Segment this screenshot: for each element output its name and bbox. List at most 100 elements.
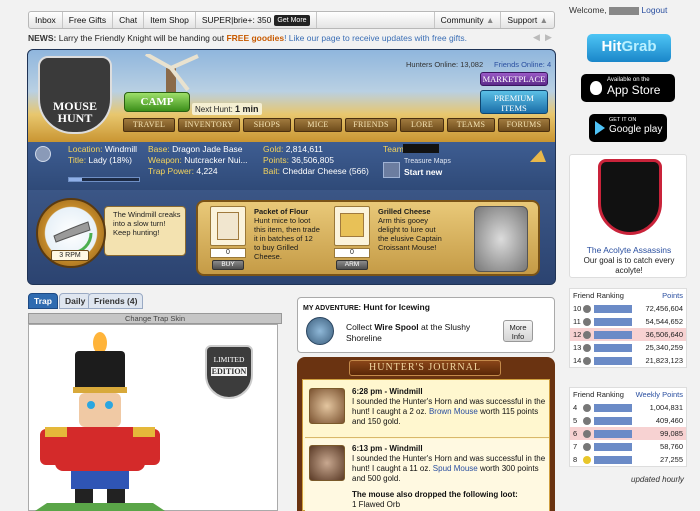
nav-inventory[interactable]: INVENTORY [178, 118, 240, 132]
super-brie-text: SUPER|brie+: 350 [201, 15, 272, 25]
hud-lower: The Windmill creaks into a slow turn! Ke… [28, 190, 555, 284]
rank-value: 54,544,652 [645, 317, 683, 326]
rank-value: 21,823,123 [645, 356, 683, 365]
nav-community[interactable]: Community ▲ [433, 12, 502, 28]
nav-item-shop[interactable]: Item Shop [144, 12, 196, 28]
app-store-badge[interactable]: Available on the App Store [581, 74, 675, 102]
get-more-button[interactable]: Get More [274, 14, 310, 26]
wire-spool-icon [306, 317, 334, 345]
team-name-link[interactable]: The Acolyte Assassins [570, 245, 688, 255]
nav-forums[interactable]: FORUMS [498, 118, 550, 132]
avatar-icon [583, 429, 591, 438]
rank-name-redacted [594, 416, 632, 425]
shield-icon[interactable] [35, 146, 51, 162]
hunters-journal: HUNTER'S JOURNAL 6:28 pm - Windmill I so… [297, 357, 555, 511]
cheese-icon[interactable] [530, 150, 546, 162]
spud-mouse-image[interactable] [309, 445, 345, 481]
flour-icon [217, 212, 239, 240]
weapon-label: Weapon: [148, 155, 182, 165]
avatar-icon [583, 455, 591, 464]
hitgrab-logo[interactable]: HitGrab [587, 34, 671, 62]
ranking-metric[interactable]: Weekly Points [636, 390, 683, 399]
nav-shops[interactable]: SHOPS [243, 118, 291, 132]
brown-mouse-image[interactable] [309, 388, 345, 424]
nav-chat[interactable]: Chat [113, 12, 145, 28]
windmill-icon [145, 54, 199, 94]
ranking-row[interactable]: 11 54,544,652 [570, 315, 686, 328]
journal-title: HUNTER'S JOURNAL [349, 360, 501, 376]
start-new-link[interactable]: Start new [404, 167, 442, 177]
flour-text: Hunt mice to loot this item, then trade … [254, 216, 320, 261]
flour-slot[interactable] [210, 206, 246, 246]
change-trap-skin[interactable]: Change Trap Skin [28, 313, 282, 324]
ranking-row[interactable]: 5 409,460 [570, 414, 686, 427]
buy-button[interactable]: BUY [212, 260, 244, 270]
ranking-row[interactable]: 7 58,760 [570, 440, 686, 453]
ranking-metric[interactable]: Points [662, 291, 683, 300]
support-label: Support [507, 15, 538, 25]
tab-daily[interactable]: Daily [59, 293, 92, 309]
trap-tabs: Trap Daily Friends (4) [28, 293, 282, 311]
mousehunt-logo[interactable]: MOUSE HUNT [38, 56, 112, 134]
base-label: Base: [148, 144, 170, 154]
treasure-map-icon[interactable] [383, 162, 400, 178]
adventure-text-prefix: Collect [346, 322, 375, 332]
ranking-row[interactable]: 8 27,255 [570, 453, 686, 466]
ranking-row[interactable]: 4 1,004,831 [570, 401, 686, 414]
news-highlight[interactable]: FREE goodies [226, 33, 284, 43]
tab-friends[interactable]: Friends (4) [88, 293, 144, 309]
rank-number: 13 [573, 343, 582, 352]
rank-number: 11 [573, 317, 581, 326]
news-next-icon[interactable]: ▶ [545, 32, 552, 43]
adventure-item: Wire Spool [374, 322, 419, 332]
cheese-name[interactable]: Grilled Cheese [378, 207, 431, 216]
nav-support[interactable]: Support ▲ [501, 12, 554, 28]
ranking-row[interactable]: 10 72,456,604 [570, 302, 686, 315]
adventure-name: Hunt for Icewing [363, 302, 430, 312]
cheese-desc: Grilled Cheese Arm this gooey delight to… [378, 207, 444, 252]
trap-column: Trap Daily Friends (4) Change Trap Skin … [28, 293, 282, 511]
premium-items-button[interactable]: PREMIUM ITEMS [480, 90, 548, 114]
welcome-line: Welcome, Logout [569, 5, 667, 15]
nav-teams[interactable]: TEAMS [447, 118, 495, 132]
google-play-badge[interactable]: GET IT ON Google play [589, 114, 667, 142]
ranking-row-self[interactable]: 12 36,506,640 [570, 328, 686, 341]
news-prev-icon[interactable]: ◀ [533, 32, 540, 43]
nav-inbox[interactable]: Inbox [29, 12, 63, 28]
ranking-row[interactable]: 14 21,823,123 [570, 354, 686, 367]
news-text-suffix[interactable]: ! Like our page to receive updates with … [284, 33, 467, 43]
nav-friends[interactable]: FRIENDS [345, 118, 397, 132]
weapon-stat: Weapon: Nutcracker Nui... [148, 155, 248, 165]
logout-link[interactable]: Logout [641, 5, 667, 15]
more-info-button[interactable]: More Info [503, 320, 533, 342]
treasure-maps-label: Treasure Maps [404, 158, 451, 165]
location-value[interactable]: Windmill [105, 144, 137, 154]
arm-button[interactable]: ARM [336, 260, 368, 270]
tab-trap[interactable]: Trap [28, 293, 58, 309]
horn-message: The Windmill creaks into a slow turn! Ke… [104, 206, 186, 256]
rank-number: 12 [573, 330, 582, 339]
nav-lore[interactable]: LORE [400, 118, 444, 132]
cheese-count: 0 [334, 248, 370, 258]
stats-bar: Location: Windmill Title: Lady (18%) Bas… [28, 142, 555, 190]
adventure-title: MY ADVENTURE: Hunt for Icewing [303, 302, 430, 312]
team-crest-icon[interactable] [598, 159, 662, 235]
friends-online[interactable]: Friends Online: 4 [494, 60, 551, 69]
entry-mouse-link[interactable]: Brown Mouse [429, 407, 478, 416]
gold-label: Gold: [263, 144, 284, 154]
news-text-prefix: Larry the Friendly Knight will be handin… [58, 33, 227, 43]
entry-time: 6:28 pm - Windmill [352, 387, 423, 396]
ranking-row[interactable]: 13 25,340,259 [570, 341, 686, 354]
nav-travel[interactable]: TRAVEL [123, 118, 175, 132]
rank-number: 10 [573, 304, 582, 313]
entry-mouse-link[interactable]: Spud Mouse [433, 464, 478, 473]
loot-item[interactable]: 1 Flawed Orb [352, 500, 400, 509]
nav-mice[interactable]: MICE [294, 118, 342, 132]
marketplace-button[interactable]: MARKETPLACE [480, 72, 548, 86]
ranking-row-self[interactable]: 6 99,085 [570, 427, 686, 440]
camp-button[interactable]: CAMP [124, 92, 190, 112]
nav-free-gifts[interactable]: Free Gifts [63, 12, 114, 28]
rank-name-redacted [594, 403, 632, 412]
cheese-slot[interactable] [334, 206, 370, 246]
flour-name[interactable]: Packet of Flour [254, 207, 308, 216]
